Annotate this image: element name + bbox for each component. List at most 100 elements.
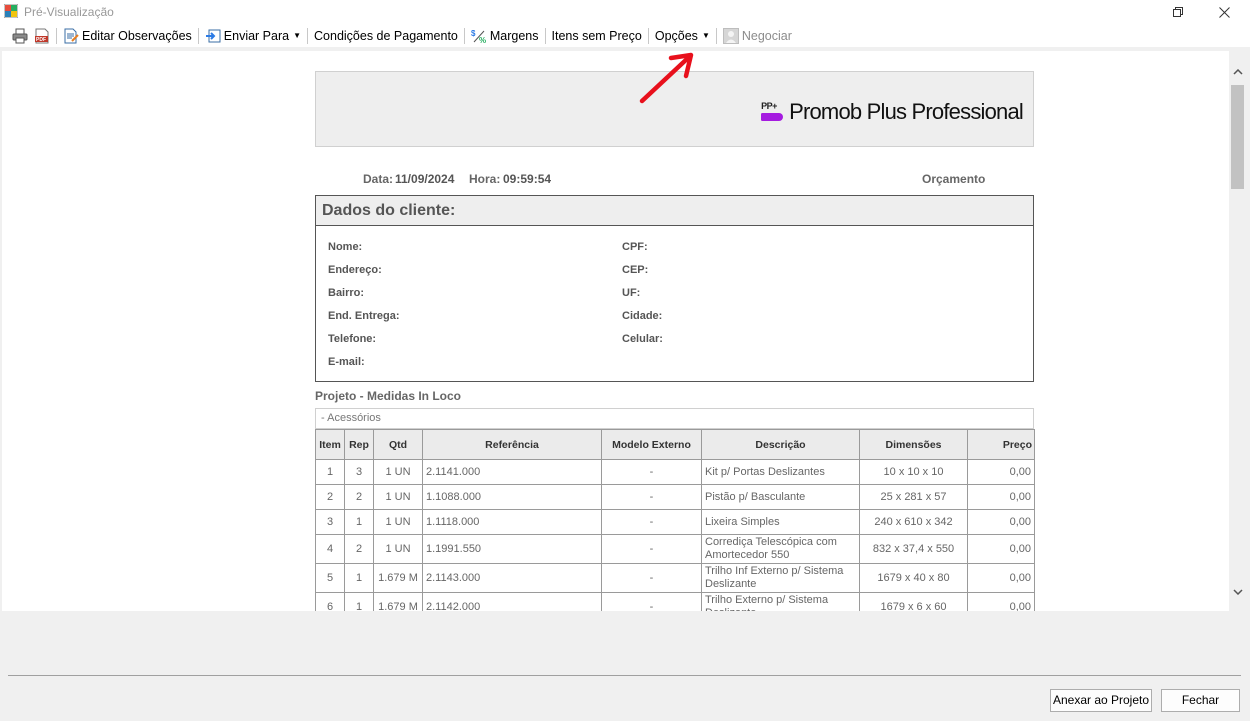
table-row: 2 2 1 UN 1.1088.000 - Pistão p/ Basculan… xyxy=(315,484,1035,510)
column-header: Referência xyxy=(422,429,602,460)
cell-qty: 1 UN xyxy=(373,484,423,510)
cell-rep: 1 xyxy=(344,592,374,611)
toolbar-separator xyxy=(715,27,717,44)
options-dropdown[interactable]: Opções ▼ xyxy=(652,26,713,46)
svg-text:$: $ xyxy=(471,29,476,38)
cell-external-model: - xyxy=(601,592,702,611)
close-icon xyxy=(1218,6,1230,18)
cell-external-model: - xyxy=(601,534,702,564)
edit-notes-label: Editar Observações xyxy=(82,28,192,43)
payment-terms-label: Condições de Pagamento xyxy=(314,28,458,43)
cell-reference: 1.1118.000 xyxy=(422,509,602,535)
column-header: Preço xyxy=(967,429,1035,460)
close-window-button[interactable] xyxy=(1201,0,1247,24)
client-phone-label: Telefone: xyxy=(328,333,377,345)
client-address-label: Endereço: xyxy=(328,264,382,276)
cell-description: Kit p/ Portas Deslizantes xyxy=(701,459,860,485)
cell-description: Pistão p/ Basculante xyxy=(701,484,860,510)
table-row: 4 2 1 UN 1.1991.550 - Corrediça Telescóp… xyxy=(315,534,1035,564)
cell-rep: 2 xyxy=(344,484,374,510)
table-header-row: Item Rep Qtd Referência Modelo Externo D… xyxy=(315,429,1035,460)
client-district-label: Bairro: xyxy=(328,287,365,299)
cell-reference: 2.1141.000 xyxy=(422,459,602,485)
time-value: 09:59:54 xyxy=(503,172,552,186)
time-label: Hora: xyxy=(469,172,501,186)
cell-description: Trilho Externo p/ Sistema Deslizante xyxy=(701,592,860,611)
user-icon xyxy=(722,27,739,44)
scrollbar-thumb[interactable] xyxy=(1231,85,1244,189)
toolbar-separator xyxy=(463,27,465,44)
svg-text:%: % xyxy=(479,36,486,44)
cell-price: 0,00 xyxy=(967,534,1035,564)
cell-reference: 2.1143.000 xyxy=(422,563,602,593)
cell-item: 2 xyxy=(315,484,345,510)
client-name-label: Nome: xyxy=(328,241,363,253)
pdf-icon: PDF xyxy=(35,28,49,43)
items-no-price-button[interactable]: Itens sem Preço xyxy=(549,26,645,46)
toolbar-separator xyxy=(197,27,199,44)
date-value: 11/09/2024 xyxy=(395,172,455,186)
margins-button[interactable]: $ % Margens xyxy=(468,26,542,46)
edit-notes-button[interactable]: Editar Observações xyxy=(60,26,195,46)
window-title: Pré-Visualização xyxy=(24,5,114,19)
table-row: 6 1 1.679 M 2.1142.000 - Trilho Externo … xyxy=(315,592,1035,611)
restore-button[interactable] xyxy=(1155,0,1201,24)
column-header: Dimensões xyxy=(859,429,968,460)
client-city-label: Cidade: xyxy=(622,310,663,322)
client-mobile-label: Celular: xyxy=(622,333,663,345)
cell-qty: 1.679 M xyxy=(373,563,423,593)
negotiate-label: Negociar xyxy=(741,28,792,43)
cell-external-model: - xyxy=(601,459,702,485)
toolbar-separator xyxy=(544,27,546,44)
cell-external-model: - xyxy=(601,563,702,593)
scroll-down-icon[interactable] xyxy=(1229,581,1246,601)
table-row: 1 3 1 UN 2.1141.000 - Kit p/ Portas Desl… xyxy=(315,459,1035,485)
promob-logo-icon: PP+ xyxy=(761,101,784,123)
group-header: - Acessórios xyxy=(315,408,1034,429)
toolbar-separator xyxy=(307,27,309,44)
cell-description: Lixeira Simples xyxy=(701,509,860,535)
table-row: 5 1 1.679 M 2.1143.000 - Trilho Inf Exte… xyxy=(315,563,1035,593)
column-header: Descrição xyxy=(701,429,860,460)
close-button[interactable]: Fechar xyxy=(1161,689,1240,712)
date-label: Data: xyxy=(363,172,394,186)
send-to-label: Enviar Para xyxy=(223,28,290,43)
cell-dimensions: 240 x 610 x 342 xyxy=(859,509,968,535)
client-email-label: E-mail: xyxy=(328,356,365,368)
brand-logo: PP+ Promob Plus Professional xyxy=(761,99,1024,125)
cell-item: 3 xyxy=(315,509,345,535)
negotiate-button[interactable]: Negociar xyxy=(720,26,795,46)
restore-icon xyxy=(1173,7,1183,17)
cell-item: 4 xyxy=(315,534,345,564)
cell-qty: 1 UN xyxy=(373,534,423,564)
cell-external-model: - xyxy=(601,509,702,535)
title-bar: Pré-Visualização xyxy=(0,0,1250,24)
brand-name: Promob Plus Professional xyxy=(789,99,1024,124)
send-to-dropdown[interactable]: Enviar Para ▼ xyxy=(202,26,304,46)
project-title: Projeto - Medidas In Loco xyxy=(315,389,462,403)
cell-rep: 1 xyxy=(344,563,374,593)
cell-price: 0,00 xyxy=(967,592,1035,611)
printer-icon xyxy=(12,28,28,43)
edit-document-icon xyxy=(64,28,79,43)
cell-reference: 2.1142.000 xyxy=(422,592,602,611)
attach-to-project-button[interactable]: Anexar ao Projeto xyxy=(1050,689,1152,712)
column-header: Item xyxy=(315,429,345,460)
cell-dimensions: 1679 x 40 x 80 xyxy=(859,563,968,593)
cell-rep: 3 xyxy=(344,459,374,485)
vertical-scrollbar[interactable] xyxy=(1229,61,1246,601)
cell-item: 1 xyxy=(315,459,345,485)
cell-reference: 1.1088.000 xyxy=(422,484,602,510)
dialog-footer: Anexar ao Projeto Fechar xyxy=(0,611,1250,721)
pdf-button[interactable]: PDF xyxy=(31,26,53,46)
report-viewer[interactable]: PP+ Promob Plus Professional Data: 11/09… xyxy=(2,51,1229,611)
column-header: Rep xyxy=(344,429,374,460)
client-cep-label: CEP: xyxy=(622,264,649,276)
scroll-up-icon[interactable] xyxy=(1229,61,1246,81)
cell-external-model: - xyxy=(601,484,702,510)
cell-description: Trilho Inf Externo p/ Sistema Deslizante xyxy=(701,563,860,593)
cell-dimensions: 10 x 10 x 10 xyxy=(859,459,968,485)
print-button[interactable] xyxy=(9,26,31,46)
client-cpf-label: CPF: xyxy=(622,241,648,253)
payment-terms-button[interactable]: Condições de Pagamento xyxy=(311,26,461,46)
